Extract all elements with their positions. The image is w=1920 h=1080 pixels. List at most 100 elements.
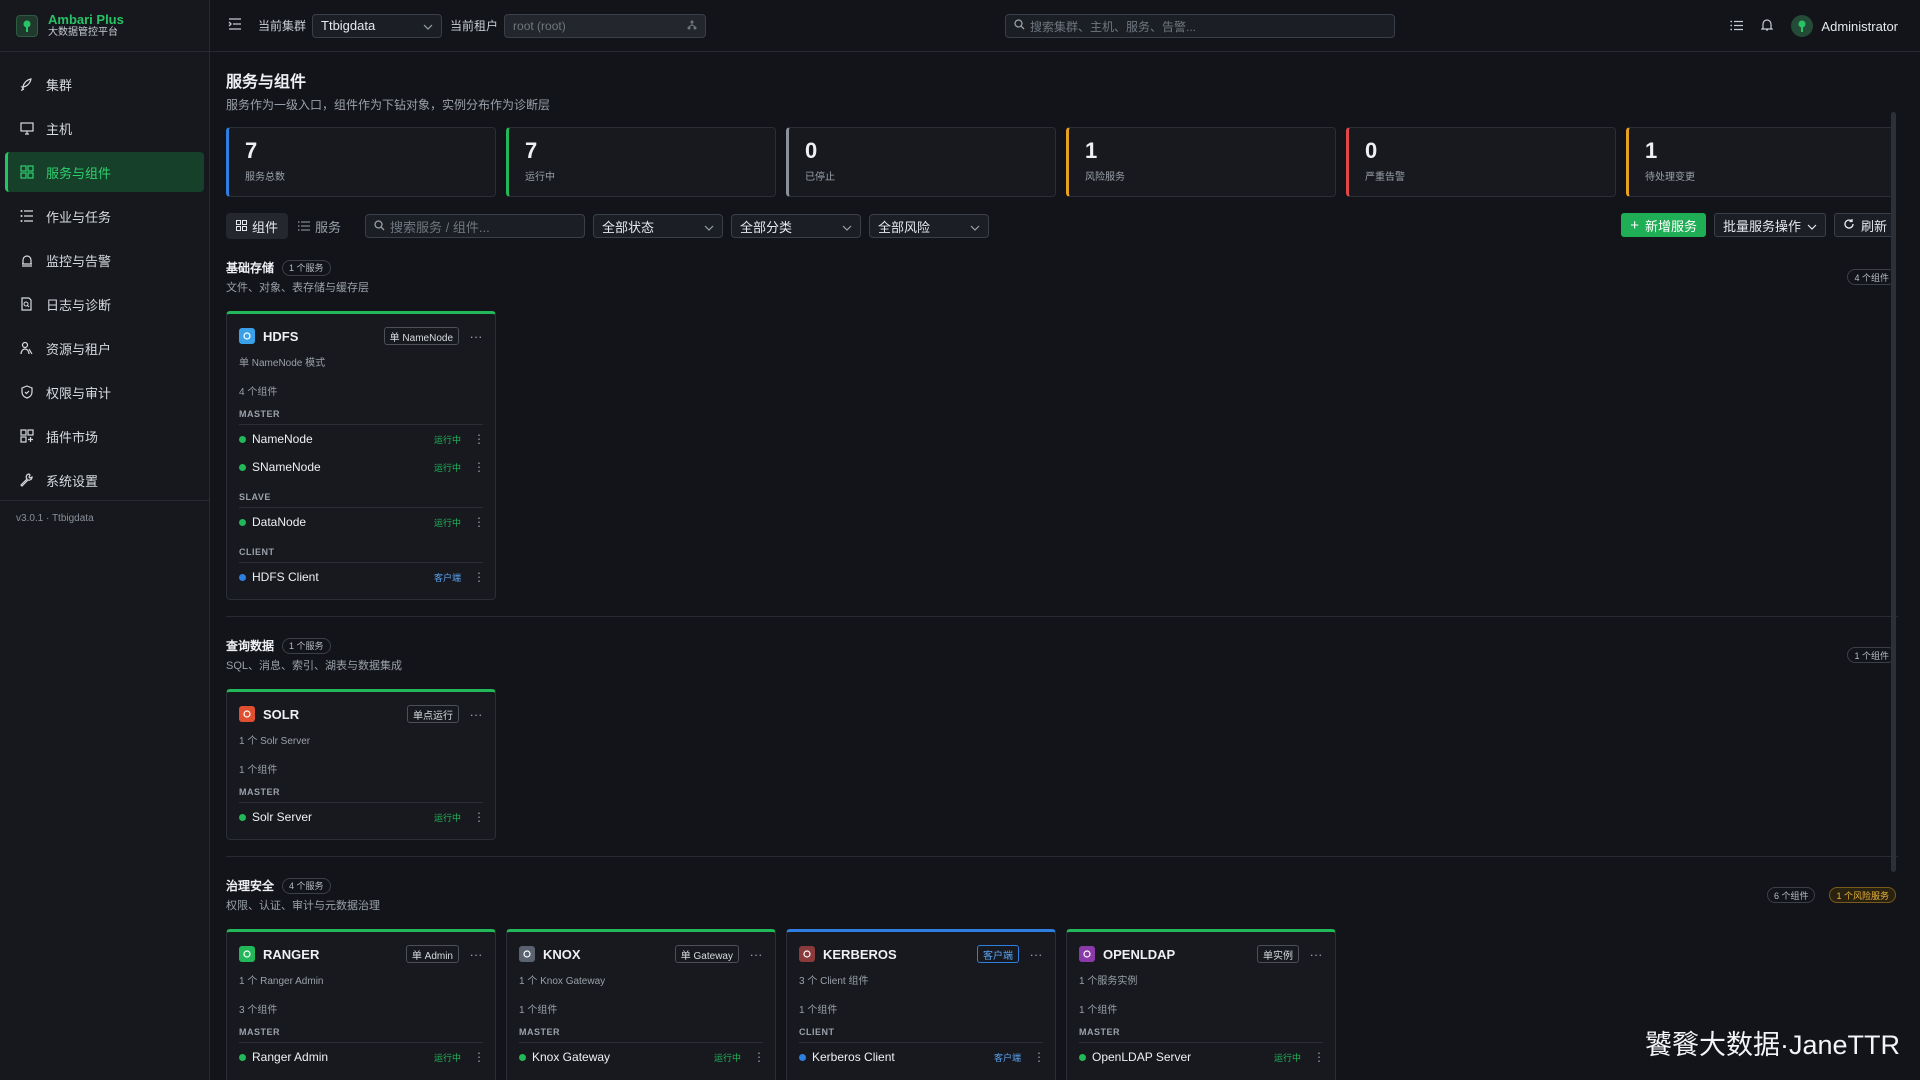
component-row[interactable]: DataNode 运行中 ⋮ — [239, 508, 485, 536]
more-icon[interactable]: ··· — [469, 707, 483, 722]
service-card[interactable]: HDFS 单 NameNode ··· 单 NameNode 模式 4 个组件 MASTE… — [226, 311, 496, 600]
category-filter-value: 全部分类 — [740, 219, 793, 235]
service-card[interactable]: KERBEROS 客户端 ··· 3 个 Client 组件 1 个组件 CLIENT Ke… — [786, 929, 1056, 1080]
stat-card[interactable]: 0 严重告警 — [1346, 127, 1616, 197]
component-name[interactable]: Kerberos Client — [812, 1050, 994, 1064]
apps-icon — [20, 429, 34, 443]
sidebar-item-7[interactable]: 权限与审计 — [5, 372, 204, 412]
sidebar-item-8[interactable]: 插件市场 — [5, 416, 204, 456]
group-badges: 6 个组件 1 个风险服务 — [1759, 887, 1896, 903]
component-row[interactable]: Ranger Admin 运行中 ⋮ — [239, 1043, 485, 1071]
component-name[interactable]: HDFS Client — [252, 570, 434, 584]
role-header: MASTER — [239, 1027, 483, 1043]
cluster-select[interactable]: Ttbigdata — [312, 13, 443, 38]
service-name[interactable]: KERBEROS — [823, 947, 977, 962]
service-search-input[interactable]: 搜索服务 / 组件... — [365, 214, 586, 238]
kebab-menu-icon[interactable]: ⋮ — [1033, 1050, 1045, 1064]
sidebar-item-label: 监控与告警 — [46, 253, 112, 269]
refresh-button[interactable]: 刷新 — [1833, 213, 1896, 237]
role-header: MASTER — [239, 787, 483, 803]
component-name[interactable]: Knox Gateway — [532, 1050, 714, 1064]
sidebar-item-9[interactable]: 系统设置 — [5, 460, 204, 500]
stat-card[interactable]: 0 已停止 — [786, 127, 1056, 197]
kebab-menu-icon[interactable]: ⋮ — [473, 460, 485, 474]
user-menu[interactable]: Administrator — [1791, 15, 1898, 37]
more-icon[interactable]: ··· — [749, 947, 763, 962]
service-card[interactable]: KNOX 单 Gateway ··· 1 个 Knox Gateway 1 个组件 MAS… — [506, 929, 776, 1080]
kebab-menu-icon[interactable]: ⋮ — [473, 432, 485, 446]
wrench-icon — [20, 473, 34, 487]
stat-card[interactable]: 7 服务总数 — [226, 127, 496, 197]
stat-card[interactable]: 1 风险服务 — [1066, 127, 1336, 197]
sidebar-item-5[interactable]: 日志与诊断 — [5, 284, 204, 324]
sidebar-item-label: 权限与审计 — [46, 385, 112, 401]
component-name[interactable]: SNameNode — [252, 460, 434, 474]
add-service-button[interactable]: + 新增服务 — [1621, 213, 1706, 237]
tenant-select[interactable]: root (root) — [504, 13, 707, 38]
view-components-tab[interactable]: 组件 — [226, 213, 289, 239]
component-row[interactable]: Ranger Usersync运行中⋮ — [239, 1071, 485, 1080]
task-list-icon[interactable] — [1730, 19, 1744, 34]
global-search-placeholder: 搜索集群、主机、服务、告警... — [1030, 19, 1197, 34]
service-name[interactable]: HDFS — [263, 329, 384, 344]
component-status: 运行中 — [433, 462, 461, 473]
component-name[interactable]: Ranger Admin — [252, 1050, 434, 1064]
stat-value: 1 — [1645, 138, 1658, 163]
more-icon[interactable]: ··· — [469, 329, 483, 344]
component-count-badge: 1 个组件 — [1847, 647, 1896, 663]
batch-ops-button[interactable]: 批量服务操作 — [1713, 213, 1826, 237]
service-card[interactable]: SOLR 单点运行 ··· 1 个 Solr Server 1 个组件 MASTER Sol… — [226, 689, 496, 840]
component-name[interactable]: Solr Server — [252, 810, 434, 824]
view-services-tab[interactable]: 服务 — [288, 213, 351, 239]
kebab-menu-icon[interactable]: ⋮ — [473, 515, 485, 529]
service-name[interactable]: OPENLDAP — [1103, 947, 1257, 962]
component-name[interactable]: NameNode — [252, 432, 434, 446]
sidebar-item-6[interactable]: 资源与租户 — [5, 328, 204, 368]
service-card[interactable]: RANGER 单 Admin ··· 1 个 Ranger Admin 3 个组件 MAS… — [226, 929, 496, 1080]
service-card[interactable]: OPENLDAP 单实例 ··· 1 个服务实例 1 个组件 MASTER OpenLDAP… — [1066, 929, 1336, 1080]
service-count-badge: 4 个服务 — [282, 877, 331, 894]
component-row[interactable]: Kerberos Client 客户端 ⋮ — [799, 1043, 1045, 1071]
component-row[interactable]: NameNode 运行中 ⋮ — [239, 425, 485, 453]
collapse-menu-icon[interactable] — [228, 18, 242, 33]
scrollbar[interactable] — [1891, 112, 1896, 872]
sidebar-item-0[interactable]: 集群 — [5, 64, 204, 104]
user-name: Administrator — [1821, 18, 1898, 34]
service-name[interactable]: KNOX — [543, 947, 675, 962]
category-filter[interactable]: 全部分类 — [731, 214, 862, 238]
component-row[interactable]: Solr Server 运行中 ⋮ — [239, 803, 485, 831]
sidebar-item-2[interactable]: 服务与组件 — [5, 152, 204, 192]
service-cards: SOLR 单点运行 ··· 1 个 Solr Server 1 个组件 MASTER Sol… — [226, 689, 1898, 840]
service-mode-tag: 单 NameNode — [383, 327, 459, 345]
chevron-down-icon — [1807, 218, 1817, 233]
bell-icon[interactable] — [1760, 18, 1774, 34]
more-icon[interactable]: ··· — [469, 947, 483, 962]
kebab-menu-icon[interactable]: ⋮ — [473, 810, 485, 824]
component-name[interactable]: OpenLDAP Server — [1092, 1050, 1274, 1064]
brand[interactable]: Ambari Plus 大数据管控平台 — [0, 0, 209, 52]
kebab-menu-icon[interactable]: ⋮ — [473, 1050, 485, 1064]
role-header: CLIENT — [239, 547, 483, 563]
sidebar-item-4[interactable]: 监控与告警 — [5, 240, 204, 280]
more-icon[interactable]: ··· — [1309, 947, 1323, 962]
stat-card[interactable]: 7 运行中 — [506, 127, 776, 197]
more-icon[interactable]: ··· — [1029, 947, 1043, 962]
component-count: 3 个组件 — [239, 1005, 278, 1016]
sidebar-item-1[interactable]: 主机 — [5, 108, 204, 148]
kebab-menu-icon[interactable]: ⋮ — [473, 570, 485, 584]
stat-card[interactable]: 1 待处理变更 — [1626, 127, 1896, 197]
service-name[interactable]: RANGER — [263, 947, 406, 962]
service-group: 查询数据 1 个服务 SQL、消息、索引、湖表与数据集成 1 个组件 SOLR 单点运行 ·… — [226, 637, 1898, 857]
sidebar-item-3[interactable]: 作业与任务 — [5, 196, 204, 236]
risk-filter[interactable]: 全部风险 — [869, 214, 990, 238]
kebab-menu-icon[interactable]: ⋮ — [1313, 1050, 1325, 1064]
component-name[interactable]: DataNode — [252, 515, 434, 529]
service-name[interactable]: SOLR — [263, 707, 407, 722]
component-row[interactable]: Knox Gateway 运行中 ⋮ — [519, 1043, 765, 1071]
component-row[interactable]: OpenLDAP Server 运行中 ⋮ — [1079, 1043, 1325, 1071]
component-row[interactable]: HDFS Client 客户端 ⋮ — [239, 563, 485, 591]
component-row[interactable]: SNameNode 运行中 ⋮ — [239, 453, 485, 481]
status-filter[interactable]: 全部状态 — [593, 214, 724, 238]
global-search-input[interactable]: 搜索集群、主机、服务、告警... — [1005, 14, 1395, 38]
kebab-menu-icon[interactable]: ⋮ — [753, 1050, 765, 1064]
